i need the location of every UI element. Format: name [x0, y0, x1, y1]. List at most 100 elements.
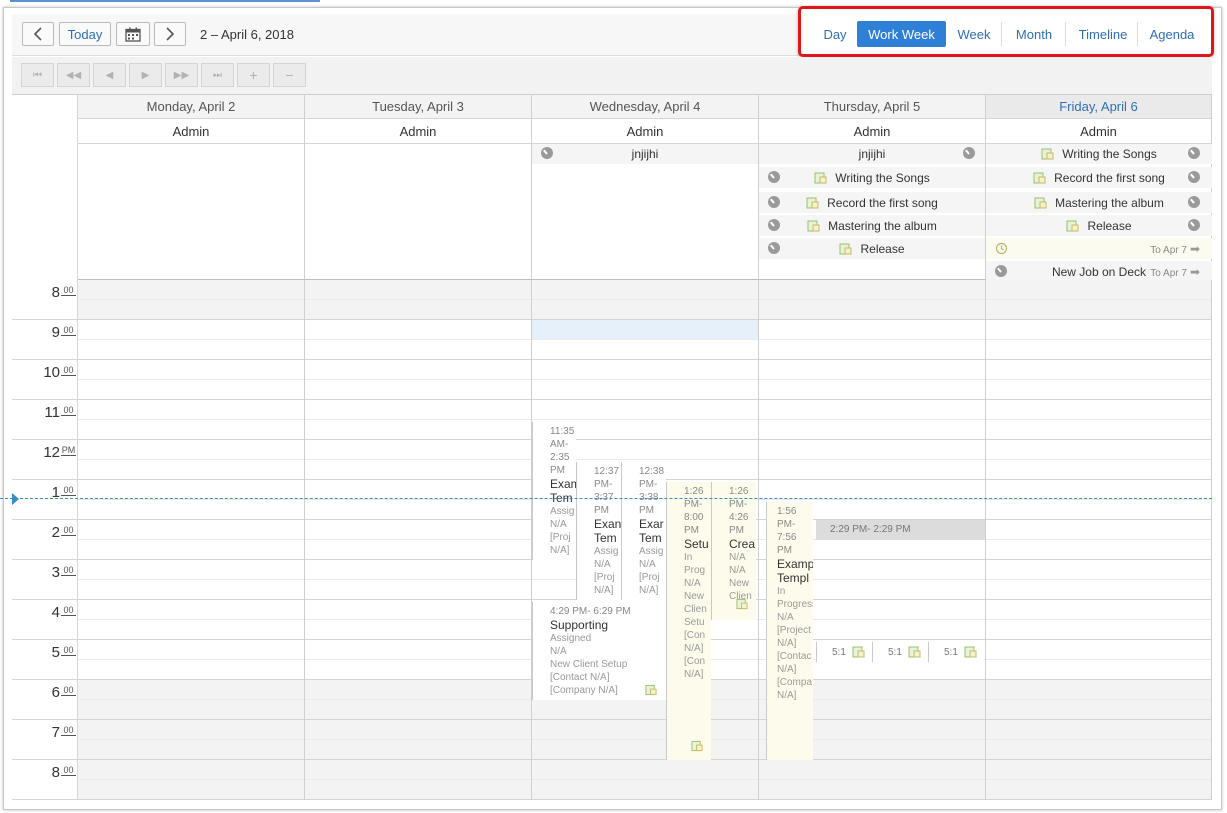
time-slot[interactable] — [986, 280, 1211, 300]
allday-event[interactable]: Record the first song — [759, 192, 985, 213]
allday-cell[interactable] — [78, 144, 305, 280]
time-slot[interactable] — [986, 300, 1211, 320]
time-slot[interactable] — [532, 340, 758, 360]
timed-event[interactable]: 12:37 PM- 3:37 PM Exan Tem Assig N/A [Pr… — [576, 462, 621, 600]
time-slot[interactable] — [305, 620, 531, 640]
time-slot[interactable] — [78, 400, 304, 420]
forward-button[interactable]: ▶ — [129, 63, 162, 87]
add-button[interactable]: + — [237, 63, 270, 87]
allday-event[interactable]: New Job on Deck To Apr 7 ➡ — [986, 261, 1212, 282]
allday-event[interactable]: Record the first song — [986, 167, 1212, 188]
time-slot[interactable] — [986, 360, 1211, 380]
time-slot[interactable] — [78, 460, 304, 480]
time-slot[interactable] — [78, 760, 304, 780]
day-header-tuesday[interactable]: Tuesday, April 3 — [305, 95, 532, 119]
first-button[interactable]: ⏮ — [21, 63, 54, 87]
time-slot[interactable] — [759, 480, 985, 500]
timed-event[interactable]: 4:29 PM- 6:29 PM Supporting Assigned N/A… — [532, 602, 666, 700]
time-slot[interactable] — [305, 520, 531, 540]
time-slot[interactable] — [759, 460, 985, 480]
time-slot[interactable] — [305, 740, 531, 760]
timed-event-chip[interactable]: 5:1 — [928, 642, 984, 662]
day-column-friday[interactable] — [986, 280, 1212, 800]
time-slot[interactable] — [986, 560, 1211, 580]
time-slot[interactable] — [305, 300, 531, 320]
time-slot[interactable] — [305, 760, 531, 780]
time-slot[interactable] — [532, 760, 758, 780]
time-slot[interactable] — [78, 360, 304, 380]
time-slot[interactable] — [78, 480, 304, 500]
allday-event[interactable]: Release — [986, 215, 1212, 236]
time-slot[interactable] — [986, 780, 1211, 800]
time-slot[interactable] — [986, 440, 1211, 460]
day-header-monday[interactable]: Monday, April 2 — [78, 95, 305, 119]
time-slot[interactable] — [986, 480, 1211, 500]
time-slot[interactable] — [305, 280, 531, 300]
day-column-tuesday[interactable] — [305, 280, 532, 800]
time-slot[interactable] — [78, 300, 304, 320]
time-slot[interactable] — [986, 460, 1211, 480]
allday-event[interactable]: Release — [759, 238, 985, 259]
time-slot[interactable] — [78, 540, 304, 560]
time-slot[interactable] — [986, 500, 1211, 520]
time-slot[interactable] — [986, 320, 1211, 340]
last-button[interactable]: ⏭ — [201, 63, 234, 87]
time-slot[interactable] — [759, 440, 985, 460]
time-slot[interactable] — [986, 740, 1211, 760]
time-slot[interactable] — [305, 560, 531, 580]
time-slot[interactable] — [78, 320, 304, 340]
next-button[interactable] — [154, 22, 186, 46]
allday-event[interactable]: Writing the Songs — [759, 167, 985, 188]
timed-event[interactable]: 12:38 PM- 3:38 PM Exar Tem Assig N/A [Pr… — [621, 462, 666, 600]
time-slot[interactable] — [305, 720, 531, 740]
time-slot[interactable] — [532, 400, 758, 420]
time-slot[interactable] — [78, 580, 304, 600]
fast-forward-button[interactable]: ▶▶ — [165, 63, 198, 87]
calendar-picker-button[interactable] — [116, 22, 150, 46]
time-slot[interactable] — [759, 780, 985, 800]
time-slot[interactable] — [78, 600, 304, 620]
allday-event[interactable]: To Apr 7 ➡ — [986, 238, 1212, 259]
time-slot[interactable] — [986, 420, 1211, 440]
timed-event-chip[interactable]: 5:1 — [816, 642, 872, 662]
view-work-week-button[interactable]: Work Week — [857, 21, 946, 47]
time-slot[interactable] — [759, 280, 985, 300]
time-slot[interactable] — [986, 540, 1211, 560]
time-slot[interactable] — [78, 380, 304, 400]
day-column-monday[interactable] — [78, 280, 305, 800]
time-slot[interactable] — [759, 760, 985, 780]
allday-event[interactable]: jnjijhi — [759, 144, 985, 164]
allday-event[interactable]: Writing the Songs — [986, 144, 1212, 164]
time-slot[interactable] — [759, 400, 985, 420]
time-slot[interactable] — [759, 420, 985, 440]
time-slot[interactable] — [305, 400, 531, 420]
timed-event[interactable]: 1:26 PM- 8:00 PM Setu In Prog N/A New Cl… — [666, 482, 711, 760]
time-slot[interactable] — [305, 440, 531, 460]
time-slot[interactable] — [305, 380, 531, 400]
time-slot[interactable] — [759, 360, 985, 380]
time-slot[interactable] — [78, 500, 304, 520]
day-header-friday[interactable]: Friday, April 6 — [986, 95, 1212, 119]
timed-event-chip[interactable]: 5:1 — [872, 642, 928, 662]
allday-cell[interactable]: jnjijhi Writing the Songs Record the fir… — [759, 144, 986, 280]
time-slot[interactable] — [305, 480, 531, 500]
time-slot[interactable] — [305, 320, 531, 340]
today-button[interactable]: Today — [59, 22, 111, 46]
time-slot[interactable] — [78, 620, 304, 640]
time-slot[interactable] — [986, 340, 1211, 360]
time-slot[interactable] — [305, 660, 531, 680]
time-slot[interactable] — [305, 640, 531, 660]
time-slot[interactable] — [305, 540, 531, 560]
time-slot[interactable] — [305, 500, 531, 520]
time-slot[interactable] — [78, 280, 304, 300]
time-slot[interactable] — [986, 720, 1211, 740]
time-slot[interactable] — [305, 600, 531, 620]
time-slot[interactable] — [78, 700, 304, 720]
allday-cell[interactable] — [305, 144, 532, 280]
time-slot[interactable] — [305, 360, 531, 380]
time-slot[interactable] — [78, 440, 304, 460]
time-slot[interactable] — [78, 340, 304, 360]
time-slot[interactable] — [986, 660, 1211, 680]
time-slot[interactable] — [759, 340, 985, 360]
time-slot[interactable] — [305, 780, 531, 800]
